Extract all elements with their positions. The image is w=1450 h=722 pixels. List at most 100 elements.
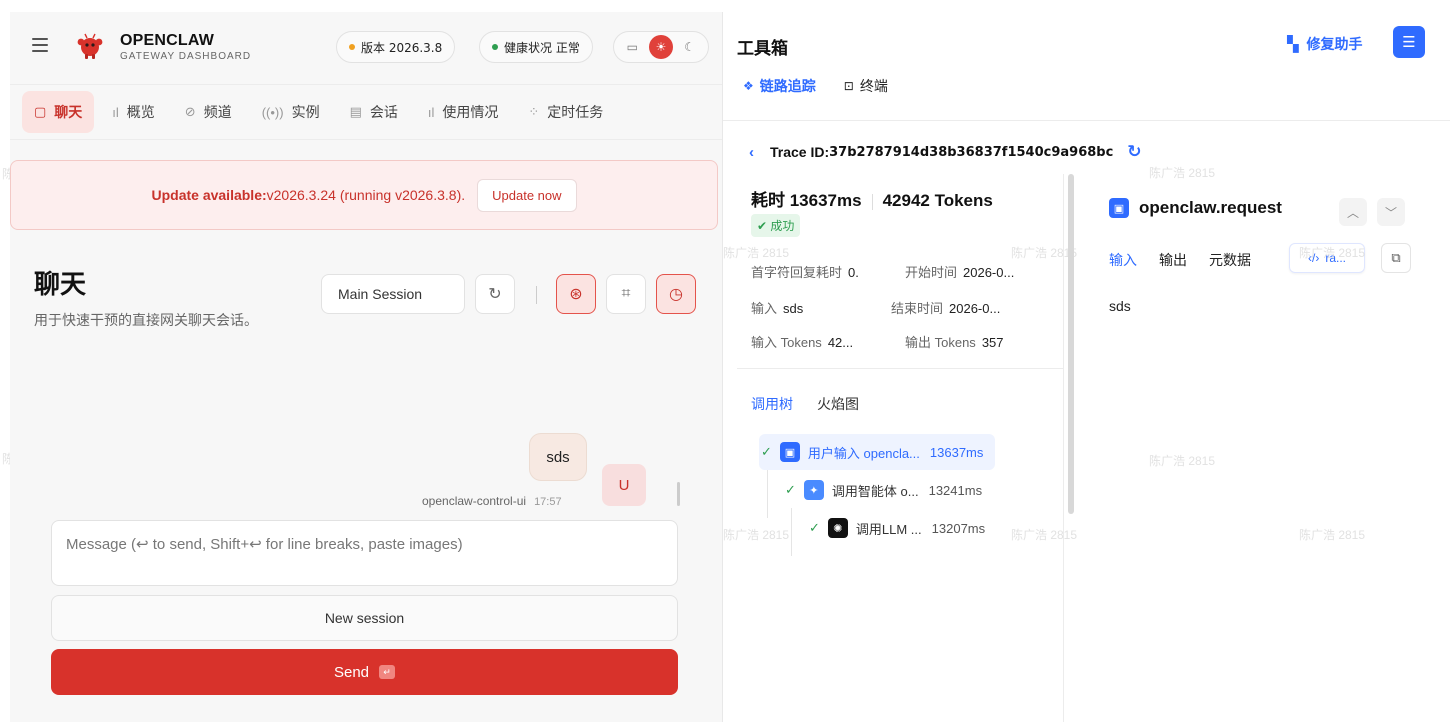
tree-node-agent[interactable]: ✓ ✦ 调用智能体 o... 13241ms bbox=[785, 472, 982, 508]
brand-subtitle: GATEWAY DASHBOARD bbox=[120, 51, 252, 62]
kv-label: 首字符回复耗时 bbox=[751, 265, 843, 280]
nav-item-channels[interactable]: ⊘ 频道 bbox=[173, 91, 244, 133]
chat-icon: ▢ bbox=[34, 104, 47, 119]
nav-item-chat[interactable]: ▢ 聊天 bbox=[22, 91, 95, 133]
avatar: U bbox=[602, 464, 646, 506]
cron-toggle-button[interactable]: ◷ bbox=[656, 274, 696, 314]
version-dot bbox=[349, 44, 355, 50]
nav-item-cron[interactable]: ⁘ 定时任务 bbox=[516, 91, 615, 133]
message-sender: openclaw-control-ui bbox=[422, 494, 527, 508]
chevron-up-icon[interactable]: ︿ bbox=[1339, 198, 1367, 226]
sun-icon[interactable]: ☀ bbox=[648, 35, 673, 59]
tab-flame-graph[interactable]: 火焰图 bbox=[817, 394, 859, 414]
toolbar-divider bbox=[536, 286, 537, 304]
trace-icon: ❖ bbox=[743, 79, 754, 93]
app-root: 陈广浩 2815 陈广浩 2815 陈广浩 2815 陈广浩 2815 陈广浩 … bbox=[0, 0, 1450, 722]
focus-icon: ⌗ bbox=[621, 285, 631, 302]
copy-icon[interactable]: ⧉ bbox=[1381, 243, 1411, 273]
tree-line bbox=[791, 508, 792, 556]
code-icon: ‹/› bbox=[1308, 251, 1320, 265]
toolbox-panel: 工具箱 ▚ 修复助手 ☰ ❖ 链路追踪 ⊡ 终端 ‹ Trace ID: 37b… bbox=[723, 12, 1450, 722]
kv-label: 输出 Tokens bbox=[905, 335, 976, 350]
kv-first-token: 首字符回复耗时 0. bbox=[751, 262, 859, 281]
kv-output-tokens: 输出 Tokens 357 bbox=[905, 332, 1004, 351]
tab-call-tree[interactable]: 调用树 bbox=[751, 394, 793, 414]
nav-item-sessions[interactable]: ▤ 会话 bbox=[338, 91, 410, 133]
panel-toggle-button[interactable]: ☰ bbox=[1393, 26, 1425, 58]
top-bar: OPENCLAW GATEWAY DASHBOARD 版本 2026.3.8 健… bbox=[10, 12, 722, 80]
openclaw-logo-icon bbox=[77, 33, 103, 59]
tree-node-llm[interactable]: ✓ ✺ 调用LLM ... 13207ms bbox=[809, 510, 985, 546]
grid-icon: ▚ bbox=[1287, 36, 1299, 53]
tree-line bbox=[767, 470, 768, 518]
brain-icon: ⊛ bbox=[569, 286, 583, 303]
scrollbar[interactable] bbox=[1068, 174, 1074, 514]
refresh-button[interactable]: ↻ bbox=[475, 274, 515, 314]
main-nav: ▢ 聊天 ıl 概览 ⊘ 频道 ((•)) 实例 ▤ 会话 ıl 使用情况 ⁘ … bbox=[10, 84, 722, 140]
menu-icon[interactable] bbox=[32, 38, 48, 52]
toolbox-tabs: ❖ 链路追踪 ⊡ 终端 bbox=[743, 76, 916, 110]
tab-input[interactable]: 输入 bbox=[1109, 250, 1137, 270]
thinking-toggle-button[interactable]: ⊛ bbox=[556, 274, 596, 314]
tree-node-label: 调用LLM ... bbox=[855, 521, 922, 537]
kv-input: 输入 sds bbox=[751, 298, 803, 317]
io-content: sds bbox=[1109, 298, 1131, 314]
focus-mode-button[interactable]: ⌗ bbox=[606, 274, 646, 314]
tree-node-duration: 13241ms bbox=[928, 482, 983, 498]
trace-view-tabs: 调用树 火焰图 bbox=[751, 394, 883, 414]
repair-assistant-button[interactable]: ▚ 修复助手 bbox=[1287, 34, 1363, 54]
request-icon: ▣ bbox=[1109, 198, 1129, 218]
tab-output[interactable]: 输出 bbox=[1159, 250, 1187, 270]
tab-terminal[interactable]: ⊡ 终端 bbox=[844, 76, 888, 110]
nav-label: 会话 bbox=[369, 104, 398, 120]
send-button[interactable]: Send ↵ bbox=[51, 649, 678, 695]
refresh-icon[interactable]: ↻ bbox=[1127, 142, 1141, 162]
repair-label: 修复助手 bbox=[1306, 36, 1363, 52]
kv-value: sds bbox=[783, 301, 804, 316]
tree-node-duration: 13207ms bbox=[931, 520, 986, 536]
tab-trace[interactable]: ❖ 链路追踪 bbox=[743, 76, 816, 110]
scrollbar[interactable] bbox=[677, 482, 680, 506]
enter-key-icon: ↵ bbox=[379, 665, 396, 679]
tree-node-user-input[interactable]: ✓ ▣ 用户输入 opencla... 13637ms bbox=[759, 434, 996, 470]
update-banner-bold: Update available: bbox=[151, 187, 267, 203]
update-now-button[interactable]: Update now bbox=[477, 178, 577, 212]
moon-icon[interactable]: ☾ bbox=[678, 35, 702, 59]
brand-name: OPENCLAW bbox=[120, 32, 215, 49]
tab-label: 终端 bbox=[859, 78, 888, 94]
message-input[interactable]: Message (↩ to send, Shift+↩ for line bre… bbox=[51, 520, 678, 586]
summary-divider bbox=[737, 368, 1064, 369]
span-detail-column: ▣ openclaw.request ︿ ﹀ 输入 输出 元数据 ‹/› ra.… bbox=[1081, 174, 1450, 722]
nav-item-instances[interactable]: ((•)) 实例 bbox=[250, 91, 332, 133]
back-chevron-icon[interactable]: ‹ bbox=[749, 144, 754, 161]
tab-divider bbox=[723, 120, 1450, 121]
tree-node-label: 调用智能体 o... bbox=[831, 483, 919, 499]
nav-item-usage[interactable]: ıl 使用情况 bbox=[416, 91, 511, 133]
status-badge: ✔ 成功 bbox=[751, 214, 801, 237]
raw-view-button[interactable]: ‹/› ra... bbox=[1289, 243, 1365, 273]
trace-id: 37b2787914d38b36837f1540c9a968bc bbox=[829, 144, 1114, 160]
kv-label: 输入 Tokens bbox=[751, 335, 822, 350]
user-input-icon: ▣ bbox=[779, 442, 800, 462]
spinner-icon: ⁘ bbox=[528, 104, 540, 119]
health-label: 健康状况 正常 bbox=[504, 40, 580, 55]
nav-item-overview[interactable]: ıl 概览 bbox=[100, 91, 167, 133]
status-label: 成功 bbox=[770, 219, 795, 233]
trace-duration: 耗时 13637ms bbox=[751, 191, 862, 210]
nav-label: 概览 bbox=[126, 104, 155, 120]
stats-divider bbox=[871, 193, 873, 210]
terminal-icon: ⊡ bbox=[843, 79, 854, 93]
health-badge: 健康状况 正常 bbox=[479, 31, 593, 63]
page-subtitle: 用于快速干预的直接网关聊天会话。 bbox=[34, 312, 258, 328]
tab-metadata[interactable]: 元数据 bbox=[1209, 250, 1251, 270]
kv-value: 2026-0... bbox=[963, 265, 1015, 280]
trace-header: ‹ Trace ID: 37b2787914d38b36837f1540c9a9… bbox=[749, 142, 1142, 162]
io-tabs: 输入 输出 元数据 bbox=[1109, 250, 1273, 270]
nav-label: 实例 bbox=[291, 104, 320, 120]
session-select[interactable]: Main Session bbox=[321, 274, 465, 314]
new-session-button[interactable]: New session bbox=[51, 595, 678, 641]
bar-chart-icon: ıl bbox=[427, 104, 435, 120]
monitor-icon[interactable]: ▭ bbox=[620, 35, 644, 59]
brand: OPENCLAW GATEWAY DASHBOARD bbox=[120, 32, 251, 62]
chevron-down-icon[interactable]: ﹀ bbox=[1377, 198, 1405, 226]
